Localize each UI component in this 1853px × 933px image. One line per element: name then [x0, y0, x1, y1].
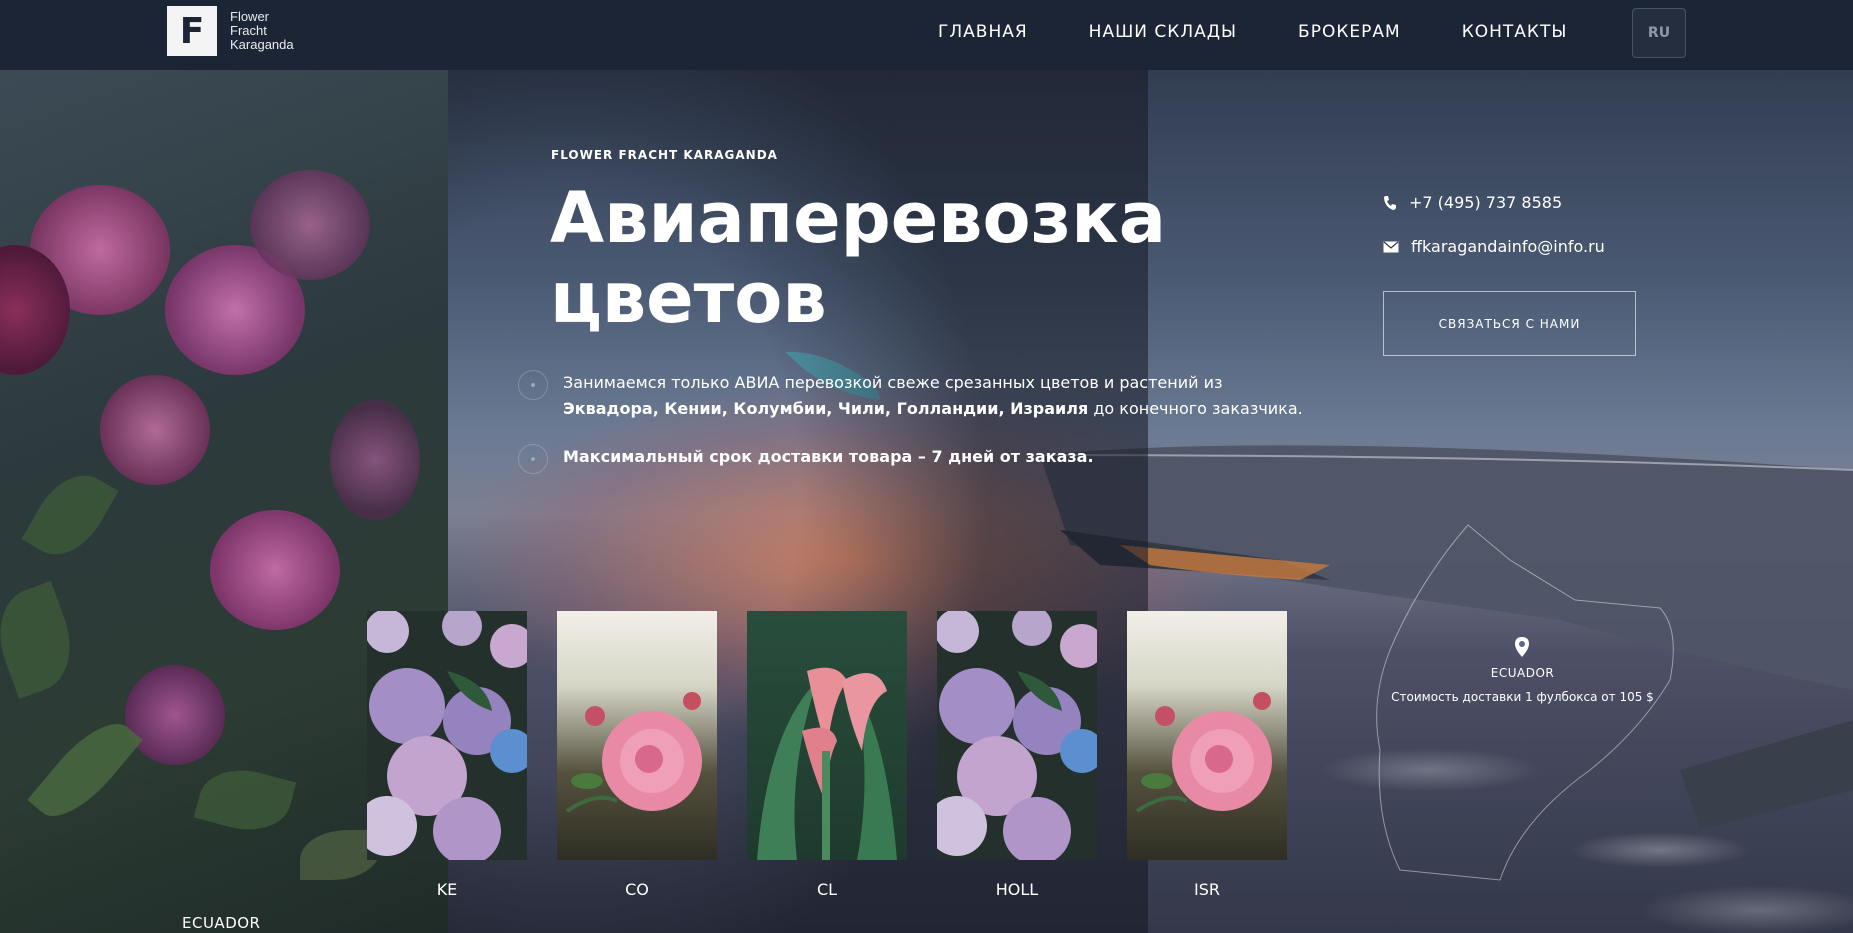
bullet-dot-icon: [518, 444, 548, 474]
bullet-text-regular: Занимаемся только АВИА перевозкой свеже …: [563, 373, 1223, 392]
map-delivery-price: Стоимость доставки 1 фулбокса от 105 $: [1391, 690, 1654, 704]
site-header: F Flower Fracht Karaganda ГЛАВНАЯ НАШИ С…: [0, 0, 1853, 70]
hydrangea-image: [367, 611, 527, 860]
logo-line: Fracht: [230, 23, 267, 38]
phone-number: +7 (495) 737 8585: [1409, 193, 1563, 212]
slide-label: ECUADOR: [182, 914, 261, 932]
map-country-label: ECUADOR: [1490, 666, 1555, 680]
nav-item-home[interactable]: ГЛАВНАЯ: [938, 22, 1028, 42]
country-card-ke[interactable]: KE: [367, 611, 527, 899]
country-card-isr[interactable]: ISR: [1127, 611, 1287, 899]
card-label: CL: [816, 880, 838, 899]
logo[interactable]: F Flower Fracht Karaganda: [167, 6, 294, 56]
country-card-co[interactable]: CO: [557, 611, 717, 899]
feature-bullet: Занимаемся только АВИА перевозкой свеже …: [518, 370, 1323, 422]
main-nav: ГЛАВНАЯ НАШИ СКЛАДЫ БРОКЕРАМ КОНТАКТЫ: [938, 22, 1628, 42]
card-label: HOLL: [995, 880, 1039, 899]
country-card-holl[interactable]: HOLL: [937, 611, 1097, 899]
logo-mark: F: [167, 6, 217, 56]
title-line: цветов: [550, 257, 827, 339]
pink-rose-image: [557, 611, 717, 860]
bullet-text: Максимальный срок доставки товара – 7 дн…: [563, 444, 1323, 474]
logo-line: Flower: [230, 9, 270, 24]
logo-line: Karaganda: [230, 37, 294, 52]
phone-contact[interactable]: +7 (495) 737 8585: [1383, 193, 1562, 212]
email-address: ffkaragandainfo@info.ru: [1411, 237, 1605, 256]
contact-us-button[interactable]: СВЯЗАТЬСЯ С НАМИ: [1383, 291, 1636, 356]
location-pin-icon[interactable]: [1513, 636, 1531, 658]
bullet-text-tail: до конечного заказчика.: [1093, 399, 1303, 418]
page-title: Авиаперевозка цветов: [550, 178, 1250, 338]
nav-item-warehouses[interactable]: НАШИ СКЛАДЫ: [1089, 22, 1237, 42]
bullet-text: Занимаемся только АВИА перевозкой свеже …: [563, 370, 1323, 422]
bullet-dot-icon: [518, 370, 548, 400]
bullet-text-bold: Эквадора, Кении, Колумбии, Чили, Голланд…: [563, 399, 1089, 418]
card-label: ISR: [1194, 880, 1220, 899]
hydrangea-image: [937, 611, 1097, 860]
nav-item-brokers[interactable]: БРОКЕРАМ: [1298, 22, 1401, 42]
bullet-text-bold: Максимальный срок доставки товара – 7 дн…: [563, 447, 1094, 466]
language-switcher[interactable]: RU: [1632, 8, 1686, 58]
country-map-outline: [1376, 524, 1674, 881]
country-card-cl[interactable]: CL: [747, 611, 907, 899]
calla-lily-image: [747, 611, 907, 860]
feature-bullet: Максимальный срок доставки товара – 7 дн…: [518, 444, 1323, 474]
email-contact[interactable]: ffkaragandainfo@info.ru: [1383, 237, 1605, 256]
card-label: KE: [436, 880, 458, 899]
nav-item-contacts[interactable]: КОНТАКТЫ: [1462, 22, 1568, 42]
card-label: CO: [625, 880, 649, 899]
pink-rose-image: [1127, 611, 1287, 860]
hero-kicker: FLOWER FRACHT KARAGANDA: [551, 148, 778, 162]
envelope-icon: [1383, 241, 1399, 252]
logo-text: Flower Fracht Karaganda: [230, 10, 294, 52]
phone-icon: [1384, 195, 1396, 210]
title-line: Авиаперевозка: [550, 177, 1166, 259]
